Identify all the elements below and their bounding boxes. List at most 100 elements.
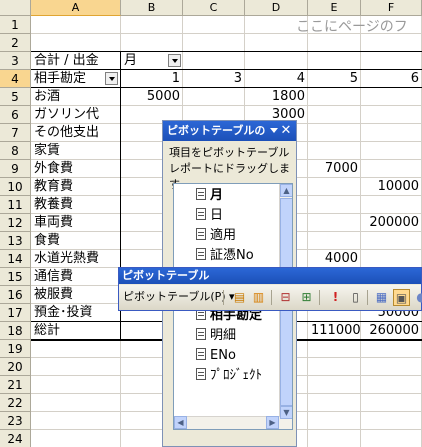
include-hidden-items-icon[interactable]: ▯ — [347, 289, 364, 306]
row-header-16[interactable]: 16 — [0, 286, 31, 304]
pivot-value-cell[interactable]: 7000 — [311, 160, 358, 178]
pivot-row-item[interactable]: 車両費 — [34, 214, 118, 232]
field-icon — [196, 328, 206, 340]
row-header-8[interactable]: 8 — [0, 142, 31, 160]
field-icon — [196, 228, 206, 240]
row-header-10[interactable]: 10 — [0, 178, 31, 196]
field-list-title: ピボットテーブルの — [167, 124, 266, 137]
scroll-up-icon[interactable]: ▲ — [280, 184, 292, 197]
pivot-field-label: ﾌﾟﾛｼﾞｪｸﾄ — [210, 368, 262, 383]
scroll-left-icon[interactable]: ◀ — [174, 416, 187, 429]
row-header-22[interactable]: 22 — [0, 394, 31, 412]
pivot-field-item[interactable]: 適用 — [196, 226, 236, 246]
column-header-c[interactable]: C — [183, 0, 245, 16]
row-header-5[interactable]: 5 — [0, 88, 31, 106]
pivot-row-item[interactable]: 教育費 — [34, 178, 118, 196]
field-list-toggle-icon[interactable]: ▣ — [393, 289, 410, 306]
column-field-dropdown-icon[interactable] — [168, 54, 181, 67]
pivot-row-item[interactable]: 総計 — [34, 322, 118, 340]
row-header-12[interactable]: 12 — [0, 214, 31, 232]
field-icon — [196, 188, 206, 200]
row-header-19[interactable]: 19 — [0, 340, 31, 358]
row-header-9[interactable]: 9 — [0, 160, 31, 178]
pivot-field-item[interactable]: ENo — [196, 346, 236, 366]
pivot-field-item[interactable]: 日 — [196, 206, 223, 226]
close-icon[interactable]: ✕ — [279, 123, 293, 138]
row-header-1[interactable]: 1 — [0, 16, 31, 34]
pivot-row-item[interactable]: 教養費 — [34, 196, 118, 214]
column-header-a[interactable]: A — [31, 0, 121, 16]
row-header-2[interactable]: 2 — [0, 34, 31, 52]
pivot-column-item[interactable]: 5 — [311, 70, 358, 88]
pivot-row-item[interactable]: 預金･投資 — [34, 304, 118, 322]
column-header-d[interactable]: D — [245, 0, 308, 16]
row-header-23[interactable]: 23 — [0, 412, 31, 430]
pivot-row-item[interactable]: 通信費 — [34, 268, 118, 286]
hide-detail-icon[interactable]: ⊟ — [277, 289, 294, 306]
row-header-17[interactable]: 17 — [0, 304, 31, 322]
row-header-6[interactable]: 6 — [0, 106, 31, 124]
scroll-down-icon[interactable]: ▼ — [280, 406, 292, 419]
field-list-menu-icon[interactable] — [270, 128, 278, 133]
pivot-value-cell[interactable]: 4000 — [311, 250, 358, 268]
row-header-4[interactable]: 4 — [0, 70, 31, 88]
format-report-icon[interactable]: ▤ — [231, 289, 248, 306]
pivot-row-item[interactable]: その他支出 — [34, 124, 118, 142]
pivot-value-cell[interactable]: 260000 — [364, 322, 419, 340]
pivot-column-item[interactable]: 3 — [186, 70, 242, 88]
pivot-outline — [31, 51, 422, 52]
pivot-column-item[interactable]: 4 — [248, 70, 305, 88]
pivot-row-item[interactable]: 外食費 — [34, 160, 118, 178]
pivot-column-item[interactable]: 1 — [124, 70, 180, 88]
field-icon — [196, 348, 206, 360]
pivot-field-item[interactable]: 月 — [196, 186, 223, 206]
row-field-dropdown-icon[interactable] — [105, 72, 118, 85]
page-header-placeholder: ここにページのフ — [296, 19, 408, 35]
field-icon — [196, 368, 206, 380]
pivot-value-cell[interactable]: 5000 — [124, 88, 180, 106]
horizontal-scrollbar[interactable]: ◀ ▶ — [174, 416, 280, 429]
pivot-row-item[interactable]: 被服費 — [34, 286, 118, 304]
row-header-15[interactable]: 15 — [0, 268, 31, 286]
pivot-field-label: 適用 — [210, 228, 237, 243]
pivot-row-item[interactable]: 水道光熱費 — [34, 250, 118, 268]
pivot-field-item[interactable]: ﾌﾟﾛｼﾞｪｸﾄ — [196, 366, 262, 386]
scroll-right-icon[interactable]: ▶ — [266, 416, 279, 429]
pivot-outline — [31, 87, 422, 88]
pivot-field-label: 日 — [210, 208, 224, 223]
pivot-row-item[interactable]: ガソリン代 — [34, 106, 118, 124]
pivot-table-toolbar[interactable]: ピボットテーブル ピボットテーブル(P) ▾ ▤ ▥ ⊟ ⊞ ! ▯ ▦ ▣ ● — [118, 267, 422, 311]
row-header-7[interactable]: 7 — [0, 124, 31, 142]
row-header-21[interactable]: 21 — [0, 376, 31, 394]
column-header-e[interactable]: E — [308, 0, 361, 16]
pivot-toolbar-title[interactable]: ピボットテーブル — [119, 268, 421, 284]
pivot-row-item[interactable]: 食費 — [34, 232, 118, 250]
pivot-data-field-label[interactable]: 合計 / 出金 — [34, 52, 118, 70]
pivot-row-item[interactable]: 家賃 — [34, 142, 118, 160]
pivot-field-label: ENo — [210, 348, 236, 363]
chart-wizard-icon[interactable]: ▥ — [250, 289, 267, 306]
pivot-value-cell[interactable]: 1800 — [248, 88, 305, 106]
column-header-f[interactable]: F — [361, 0, 422, 16]
pivot-field-item[interactable]: 証憑No — [196, 246, 254, 266]
row-header-20[interactable]: 20 — [0, 358, 31, 376]
select-all-corner[interactable] — [0, 0, 31, 16]
more-buttons-icon[interactable]: ● — [413, 289, 422, 306]
pivot-field-item[interactable]: 明細 — [196, 326, 236, 346]
row-header-3[interactable]: 3 — [0, 52, 31, 70]
field-settings-icon[interactable]: ▦ — [373, 289, 390, 306]
pivot-value-cell[interactable]: 200000 — [364, 214, 419, 232]
pivot-value-cell[interactable]: 10000 — [364, 178, 419, 196]
row-header-24[interactable]: 24 — [0, 430, 31, 447]
pivot-table-menu[interactable]: ピボットテーブル(P) ▾ — [123, 290, 235, 304]
pivot-row-item[interactable]: お酒 — [34, 88, 118, 106]
pivot-column-item[interactable]: 6 — [364, 70, 419, 88]
row-header-11[interactable]: 11 — [0, 196, 31, 214]
column-header-b[interactable]: B — [121, 0, 183, 16]
row-header-13[interactable]: 13 — [0, 232, 31, 250]
pivot-value-cell[interactable]: 111000 — [311, 322, 361, 340]
refresh-data-icon[interactable]: ! — [327, 289, 344, 306]
show-detail-icon[interactable]: ⊞ — [298, 289, 315, 306]
row-header-14[interactable]: 14 — [0, 250, 31, 268]
row-header-18[interactable]: 18 — [0, 322, 31, 340]
